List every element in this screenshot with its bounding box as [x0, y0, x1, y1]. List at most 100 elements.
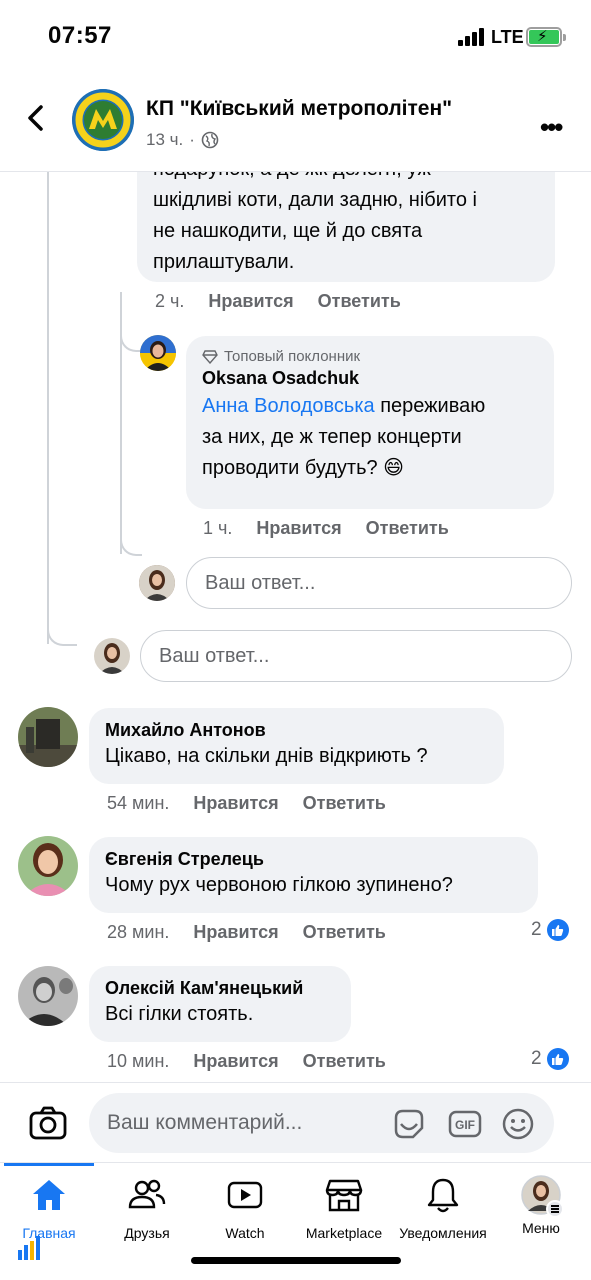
tab-marketplace[interactable]: Marketplace: [295, 1175, 393, 1245]
metro-logo-icon: [72, 89, 134, 151]
battery-icon: ⚡: [526, 27, 566, 47]
page-title[interactable]: КП "Київський метрополітен": [146, 97, 452, 121]
bars-indicator-icon: [18, 1236, 40, 1260]
avatar-image: [18, 836, 78, 896]
reaction-count[interactable]: 2: [531, 919, 569, 941]
comment-age: 10 мин.: [107, 1051, 170, 1071]
comment-age: 2 ч.: [155, 291, 185, 311]
tab-label: Меню: [522, 1220, 560, 1236]
reply-button[interactable]: Ответить: [303, 1051, 386, 1072]
like-button[interactable]: Нравится: [208, 291, 293, 312]
like-button[interactable]: Нравится: [193, 1051, 278, 1072]
comment-actions: 54 мин. Нравится Ответить: [107, 793, 386, 814]
avatar-image: [140, 335, 176, 371]
comment-input[interactable]: Ваш комментарий... GIF: [89, 1093, 554, 1153]
camera-icon[interactable]: [28, 1103, 68, 1143]
watch-icon: [227, 1181, 263, 1209]
thumbs-up-icon: [546, 1048, 569, 1070]
like-button[interactable]: Нравится: [193, 793, 278, 814]
bell-icon: [427, 1178, 459, 1213]
tab-notifications[interactable]: Уведомления: [394, 1175, 492, 1245]
sticker-icon[interactable]: [391, 1106, 427, 1142]
more-options-icon[interactable]: •••: [540, 112, 563, 143]
mention-link[interactable]: Анна Володовська: [202, 395, 375, 417]
page-logo[interactable]: [72, 89, 134, 151]
avatar-yevheniia[interactable]: [18, 836, 78, 896]
globe-icon: [201, 131, 219, 149]
comment-bubble: Євгенія Стрелець Чому рух червоною гілко…: [89, 837, 538, 913]
tab-label: Marketplace: [305, 1225, 383, 1241]
comment-text: Чому рух червоною гілкою зупинено?: [105, 874, 453, 896]
reply-input[interactable]: Ваш ответ...: [140, 630, 572, 682]
avatar-self: [94, 638, 130, 674]
reply-connector-2: [120, 534, 142, 556]
comment-actions: 28 мин. Нравится Ответить: [107, 922, 386, 943]
comments-thread: подарунок, а де жк делегн, уж шкідливі к…: [0, 172, 591, 1080]
reaction-count[interactable]: 2: [531, 1048, 569, 1070]
avatar-image: [18, 707, 78, 767]
comment-text: Цікаво, на скільки днів відкриють ?: [105, 745, 428, 767]
comment-bubble: Михайло Антонов Цікаво, на скільки днів …: [89, 708, 504, 784]
menu-avatar: [521, 1175, 564, 1218]
thumbs-up-icon: [546, 919, 569, 941]
comment-author[interactable]: Євгенія Стрелець: [105, 849, 522, 870]
comment-line: не нашкодити, ще й до свята: [153, 220, 423, 242]
avatar-image: [94, 638, 130, 674]
reply-button[interactable]: Ответить: [366, 518, 449, 539]
diamond-icon: [202, 349, 218, 364]
post-meta: 13 ч. ·: [146, 130, 219, 150]
post-age: 13 ч.: [146, 130, 184, 149]
comment-placeholder: Ваш комментарий...: [107, 1111, 303, 1134]
comment-bubble-oksana: Топовый поклонник Oksana Osadchuk Анна В…: [186, 336, 554, 509]
comment-line: подарунок, а де жк делегн, уж: [153, 172, 539, 185]
reply-button[interactable]: Ответить: [318, 291, 401, 312]
comment-bubble-partial: подарунок, а де жк делегн, уж шкідливі к…: [137, 172, 555, 282]
comment-age: 54 мин.: [107, 793, 170, 813]
comment-actions: 2 ч. Нравится Ответить: [155, 291, 401, 312]
home-icon: [33, 1180, 65, 1210]
tab-watch[interactable]: Watch: [196, 1175, 294, 1245]
comment-line: за них, де ж тепер концерти: [202, 426, 462, 448]
tab-friends[interactable]: Друзья: [98, 1175, 196, 1245]
comment-composer: Ваш комментарий... GIF: [0, 1082, 591, 1162]
avatar-oksana[interactable]: [140, 335, 176, 371]
comment-text: Всі гілки стоять.: [105, 1003, 254, 1025]
avatar-oleksii[interactable]: [18, 966, 78, 1026]
emoji-icon[interactable]: [500, 1106, 536, 1142]
gif-icon[interactable]: GIF: [447, 1106, 483, 1142]
comment-author[interactable]: Михайло Антонов: [105, 720, 488, 741]
active-tab-indicator: [4, 1163, 94, 1166]
signal-icon: [458, 28, 486, 46]
tab-label: Друзья: [124, 1225, 170, 1241]
comment-line: проводити будуть? 😄: [202, 457, 405, 479]
avatar-self: [139, 565, 175, 601]
thread-connector: [47, 618, 77, 646]
avatar-mykhailo[interactable]: [18, 707, 78, 767]
comment-actions: 10 мин. Нравится Ответить: [107, 1051, 386, 1072]
post-header: КП "Київський метрополітен" 13 ч. · •••: [0, 80, 591, 172]
comment-age: 1 ч.: [203, 518, 233, 538]
tab-label: Уведомления: [399, 1225, 487, 1241]
tab-home[interactable]: Главная: [0, 1175, 98, 1245]
like-button[interactable]: Нравится: [256, 518, 341, 539]
status-bar: 07:57 LTE ⚡: [0, 0, 591, 80]
hamburger-icon: [546, 1200, 564, 1218]
reply-input[interactable]: Ваш ответ...: [186, 557, 572, 609]
network-type: LTE: [491, 27, 524, 47]
like-button[interactable]: Нравится: [193, 922, 278, 943]
reply-button[interactable]: Ответить: [303, 793, 386, 814]
comment-author[interactable]: Oksana Osadchuk: [202, 368, 538, 389]
friends-icon: [128, 1179, 166, 1209]
tab-menu[interactable]: Меню: [492, 1175, 590, 1245]
top-fan-badge: Топовый поклонник: [202, 348, 538, 365]
tab-label: Главная: [22, 1225, 76, 1241]
avatar-image: [139, 565, 175, 601]
back-arrow-icon[interactable]: [20, 102, 52, 134]
marketplace-icon: [325, 1179, 363, 1212]
comment-bubble: Олексій Кам'янецький Всі гілки стоять.: [89, 966, 351, 1042]
comment-author[interactable]: Олексій Кам'янецький: [105, 978, 335, 999]
comment-line: шкідливі коти, дали задню, нібито і: [153, 189, 477, 211]
reply-button[interactable]: Ответить: [303, 922, 386, 943]
avatar-image: [18, 966, 78, 1026]
reply-connector-1: [120, 316, 142, 352]
